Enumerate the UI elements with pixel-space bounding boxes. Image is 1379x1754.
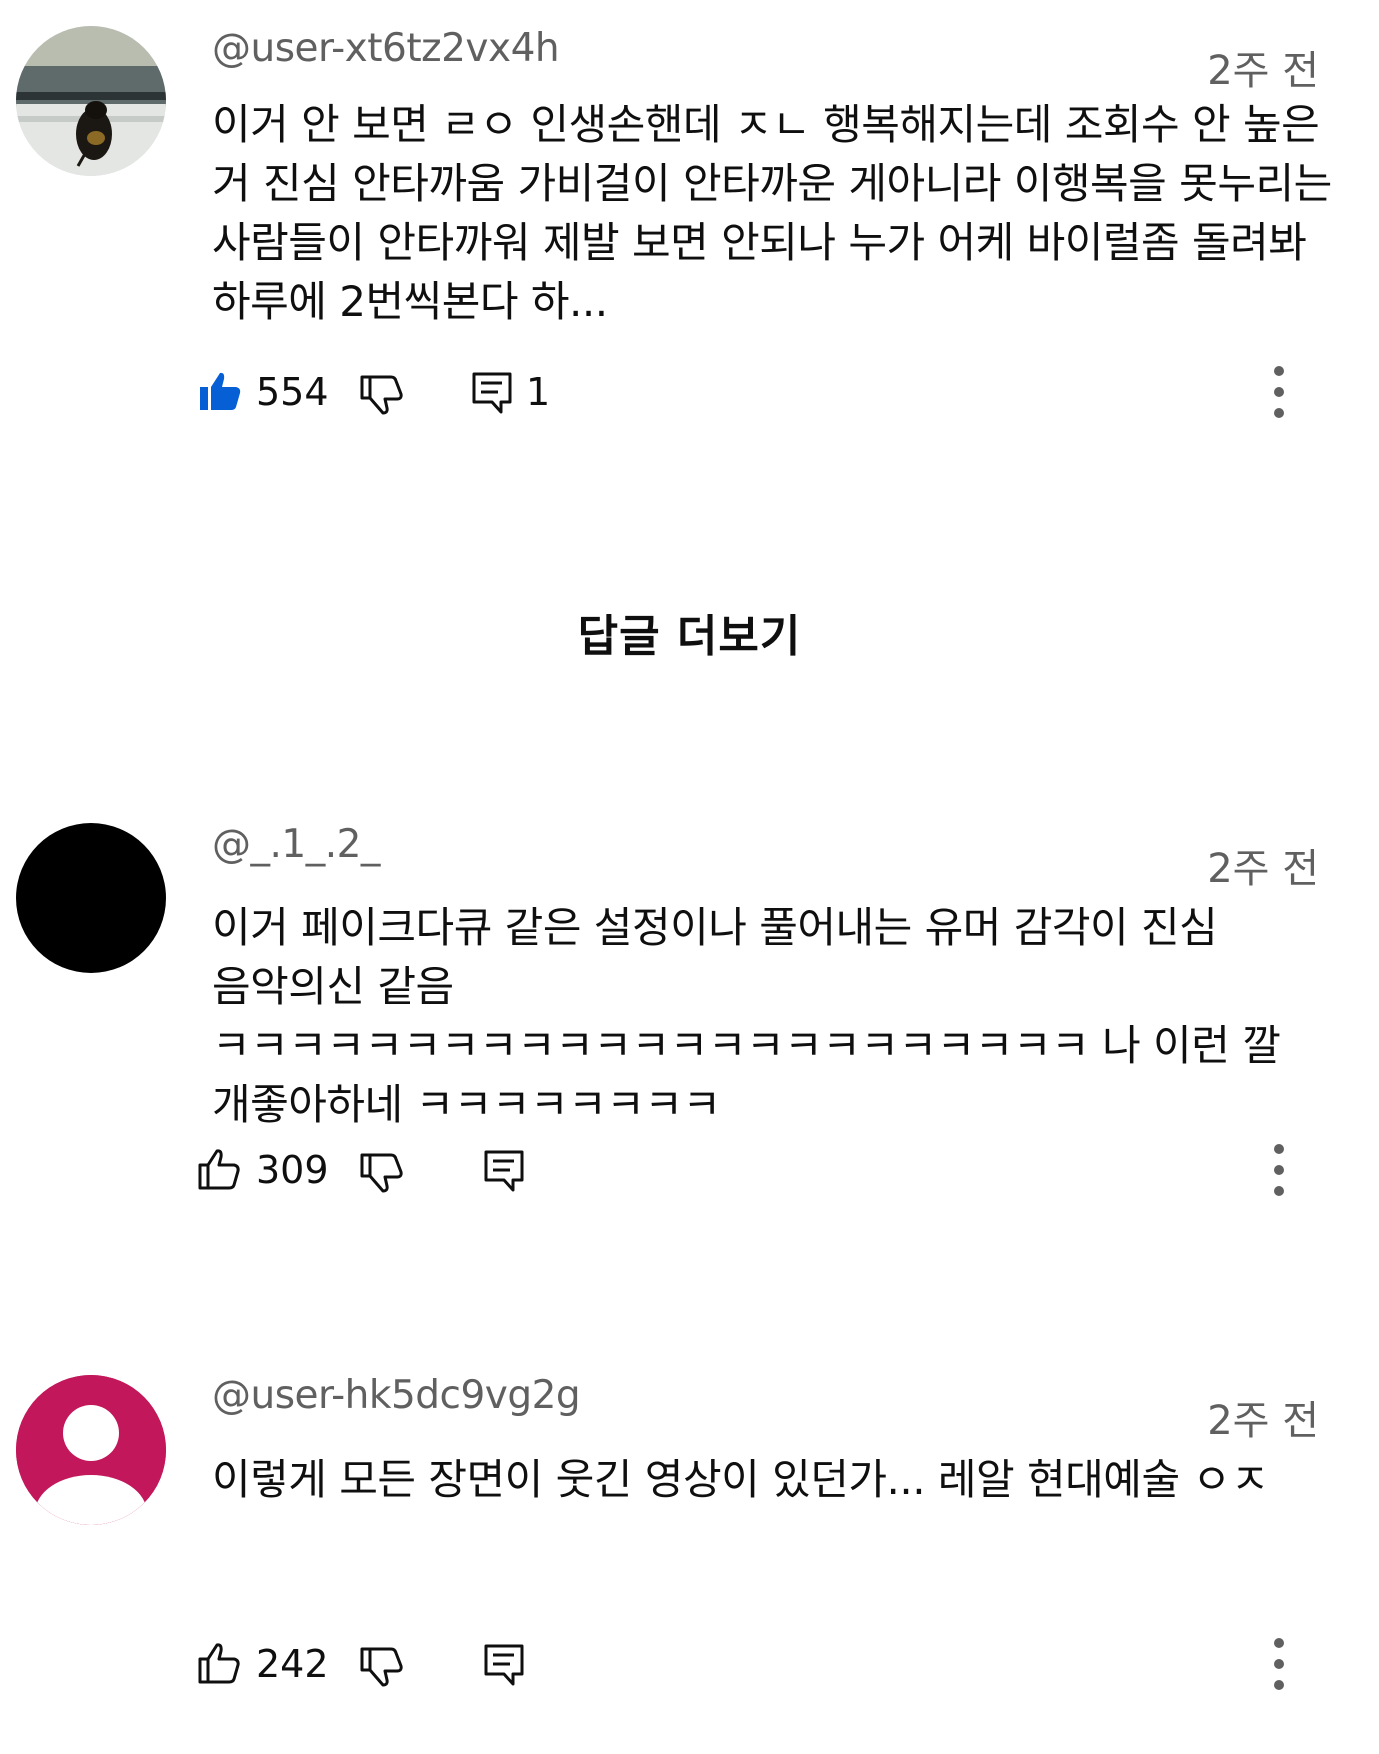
comment-timestamp: 2주 전	[1207, 48, 1319, 94]
reply-icon[interactable]	[468, 368, 516, 416]
more-vert-icon[interactable]	[1264, 362, 1294, 422]
comment-timestamp: 2주 전	[1207, 1398, 1319, 1444]
thumbs-down-icon[interactable]	[358, 1146, 406, 1194]
more-vert-icon[interactable]	[1264, 1140, 1294, 1200]
avatar[interactable]	[16, 26, 166, 176]
default-person-icon	[16, 1375, 166, 1525]
comment-actions: 242	[198, 1634, 1332, 1694]
comment-author[interactable]: @_.1_.2_	[212, 822, 380, 867]
bee-avatar-image	[16, 26, 166, 176]
comment-author[interactable]: @user-hk5dc9vg2g	[212, 1373, 581, 1418]
reply-icon[interactable]	[480, 1640, 528, 1688]
reply-icon[interactable]	[480, 1146, 528, 1194]
avatar[interactable]	[16, 823, 166, 973]
comment-text: 이거 페이크다큐 같은 설정이나 풀어내는 유머 감각이 진심 음악의신 같음 …	[212, 903, 1281, 1129]
avatar[interactable]	[16, 1375, 166, 1525]
show-replies-button[interactable]: 답글 더보기	[0, 600, 1379, 664]
reply-count: 1	[526, 370, 551, 414]
like-count: 309	[256, 1148, 329, 1192]
thumbs-up-icon[interactable]	[196, 368, 244, 416]
comment-timestamp: 2주 전	[1207, 846, 1319, 892]
comment-text: 이거 안 보면 ㄹㅇ 인생손핸데 ㅈㄴ 행복해지는데 조회수 안 높은 거 진심…	[212, 100, 1332, 326]
comment-actions: 309	[198, 1140, 1332, 1200]
thumbs-up-icon[interactable]	[196, 1146, 244, 1194]
thumbs-up-icon[interactable]	[196, 1640, 244, 1688]
like-count: 554	[256, 370, 329, 414]
more-vert-icon[interactable]	[1264, 1634, 1294, 1694]
comment-actions: 554 1	[200, 362, 1332, 422]
like-count: 242	[256, 1642, 329, 1686]
comment-text: 이렇게 모든 장면이 웃긴 영상이 있던가... 레알 현대예술 ㅇㅈ	[212, 1455, 1269, 1504]
comment-author[interactable]: @user-xt6tz2vx4h	[212, 26, 560, 71]
thumbs-down-icon[interactable]	[358, 1640, 406, 1688]
thumbs-down-icon[interactable]	[358, 368, 406, 416]
